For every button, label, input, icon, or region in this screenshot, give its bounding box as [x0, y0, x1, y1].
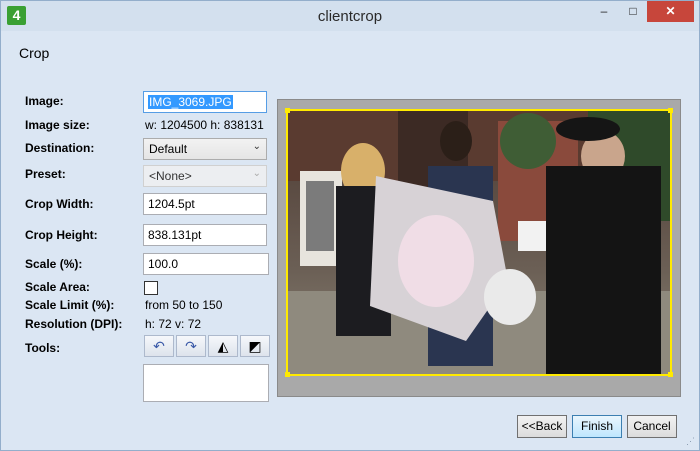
preset-value: <None> — [149, 169, 192, 183]
rotate-right-icon: ↷ — [185, 338, 197, 354]
flip-horizontal-icon: ◭ — [217, 338, 229, 354]
image-preview-panel — [277, 99, 681, 397]
rotate-right-button[interactable]: ↷ — [176, 335, 206, 357]
chevron-down-icon: ⌄ — [252, 168, 261, 179]
preset-label: Preset: — [25, 167, 66, 181]
crop-handle-bottom-left[interactable] — [285, 372, 290, 377]
scale-label: Scale (%): — [25, 257, 83, 271]
section-title: Crop — [19, 45, 50, 61]
finish-button[interactable]: Finish — [572, 415, 622, 438]
close-button[interactable]: ✕ — [647, 1, 694, 22]
title-bar: 4 clientcrop – □ ✕ — [1, 1, 699, 31]
crop-height-label: Crop Height: — [25, 228, 98, 242]
preset-select[interactable]: <None> ⌄ — [143, 165, 267, 187]
destination-label: Destination: — [25, 141, 95, 155]
flip-vertical-button[interactable]: ◩ — [240, 335, 270, 357]
image-label: Image: — [25, 94, 64, 108]
tools-textarea[interactable] — [143, 364, 269, 402]
destination-value: Default — [149, 142, 188, 156]
image-field-value: IMG_3069.JPG — [148, 95, 233, 109]
maximize-button[interactable]: □ — [620, 1, 646, 22]
rotate-left-icon: ↶ — [153, 338, 165, 354]
photo-illustration — [288, 111, 670, 374]
flip-vertical-icon: ◩ — [248, 338, 262, 354]
back-button[interactable]: <<Back — [517, 415, 567, 438]
scale-area-checkbox[interactable] — [144, 281, 158, 295]
image-size-value: w: 1204500 h: 838131 — [145, 118, 264, 132]
scale-field[interactable]: 100.0 — [143, 253, 269, 275]
crop-handle-top-left[interactable] — [285, 108, 290, 113]
cropped-photo[interactable] — [286, 109, 672, 376]
flip-horizontal-button[interactable]: ◭ — [208, 335, 238, 357]
rotate-left-button[interactable]: ↶ — [144, 335, 174, 357]
crop-handle-top-right[interactable] — [668, 108, 673, 113]
crop-height-field[interactable]: 838.131pt — [143, 224, 267, 246]
resize-grip-icon[interactable]: ⋰ — [686, 437, 696, 447]
crop-width-field[interactable]: 1204.5pt — [143, 193, 267, 215]
chevron-down-icon: ⌄ — [252, 141, 261, 152]
scale-area-label: Scale Area: — [25, 280, 90, 294]
crop-width-label: Crop Width: — [25, 197, 94, 211]
destination-select[interactable]: Default ⌄ — [143, 138, 267, 160]
minimize-button[interactable]: – — [591, 1, 617, 22]
resolution-value: h: 72 v: 72 — [145, 317, 202, 331]
tools-label: Tools: — [25, 341, 61, 355]
cancel-button[interactable]: Cancel — [627, 415, 677, 438]
crop-handle-bottom-right[interactable] — [668, 372, 673, 377]
image-size-label: Image size: — [25, 118, 90, 132]
image-field[interactable]: IMG_3069.JPG — [143, 91, 267, 113]
clientcrop-window: 4 clientcrop – □ ✕ Crop Image: IMG_3069.… — [0, 0, 700, 451]
resolution-label: Resolution (DPI): — [25, 317, 123, 331]
scale-limit-value: from 50 to 150 — [145, 298, 223, 312]
scale-limit-label: Scale Limit (%): — [25, 298, 115, 312]
